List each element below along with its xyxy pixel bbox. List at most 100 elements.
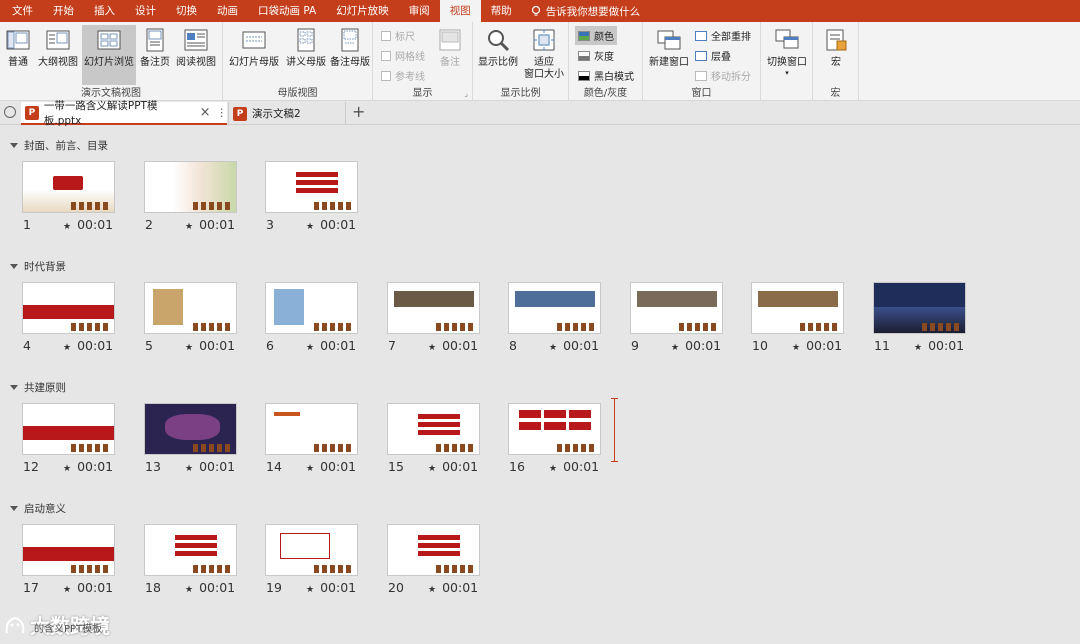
tell-me-search[interactable]: 告诉我你想要做什么 [530,4,641,19]
slide-title-art [53,176,83,190]
handout-master-button[interactable]: 讲义母版 [283,25,329,85]
collapse-triangle-icon[interactable] [10,385,18,390]
move-split-button[interactable]: 移动拆分 [695,68,751,83]
slide-list-bar [418,543,460,548]
slide-thumbnail[interactable] [22,161,115,213]
slide-thumbnail[interactable] [508,403,601,455]
slide-list-bar [418,422,460,427]
slide-thumbnail[interactable] [387,282,480,334]
guides-checkbox[interactable]: 参考线 [381,68,425,83]
group-master-views: 幻灯片母版 讲义母版 备注母版 母版视图 [223,22,373,101]
normal-view-button[interactable]: 普通 [2,25,34,85]
slide-timing: ★ 00:01 [63,217,113,232]
slide-thumbnail[interactable] [144,161,237,213]
arrange-all-button[interactable]: 全部重排 [695,28,751,43]
fit-to-window-button[interactable]: 适应 窗口大小 [521,25,567,85]
slide-thumbnail[interactable] [387,403,480,455]
slide-time-value: 00:01 [685,338,722,353]
slide-thumbnail[interactable] [265,282,358,334]
slide-thumbnail[interactable] [873,282,966,334]
new-window-button[interactable]: 新建窗口 [646,25,692,85]
tell-me-label: 告诉我你想要做什么 [545,5,641,18]
tab-slideshow[interactable]: 幻灯片放映 [326,0,399,22]
notes-page-button[interactable]: 备注页 [138,25,172,85]
section-header[interactable]: 封面、前言、目录 [10,138,108,153]
section-header[interactable]: 时代背景 [10,259,66,274]
gridlines-check-icon [381,50,391,61]
new-tab-button[interactable]: + [352,102,365,121]
group-presentation-views: 普通 大纲视图 幻灯片浏览 备注页 阅读视图 演示文稿视图 [0,22,223,101]
slide-master-button[interactable]: 幻灯片母版 [226,25,282,85]
slide-thumbnail[interactable] [144,282,237,334]
tab-list-icon[interactable] [4,106,16,118]
collapse-triangle-icon[interactable] [10,506,18,511]
slide-thumbnail[interactable] [22,524,115,576]
notes-button[interactable]: 备注 [435,25,465,85]
close-icon[interactable]: × [200,105,211,120]
star-icon: ★ [63,343,72,353]
reading-view-button[interactable]: 阅读视图 [174,25,218,85]
slide-sorter-icon [97,30,121,50]
doc-tab-active[interactable]: P 一带一路含义解读PPT模板.pptx × ⋮ [21,100,228,127]
tab-review[interactable]: 审阅 [399,0,440,22]
camel-silhouette-icon [436,323,476,331]
slide-thumbnail[interactable] [265,524,358,576]
slide-list-bar [175,535,217,540]
slide-timing: ★ 00:01 [549,459,599,474]
camel-silhouette-icon [922,323,962,331]
slide-time-value: 00:01 [77,217,114,232]
section-title: 封面、前言、目录 [24,140,108,152]
tab-home[interactable]: 开始 [43,0,84,22]
gridlines-checkbox[interactable]: 网格线 [381,48,425,63]
dialog-launcher-icon[interactable]: ⌟ [464,89,468,98]
slide-number: 12 [23,459,39,474]
slide-time-value: 00:01 [563,338,600,353]
cascade-button[interactable]: 层叠 [695,48,731,63]
grayscale-button[interactable]: 灰度 [578,48,614,63]
slide-thumbnail[interactable] [144,524,237,576]
notes-master-button[interactable]: 备注母版 [327,25,373,85]
slide-list-bar [418,551,460,556]
more-icon[interactable]: ⋮ [217,107,228,119]
color-button[interactable]: 颜色 [575,26,617,45]
star-icon: ★ [671,343,680,353]
ruler-checkbox[interactable]: 标尺 [381,28,415,43]
section-header[interactable]: 启动意义 [10,501,66,516]
tab-transitions[interactable]: 切换 [166,0,207,22]
macro-icon [826,29,847,51]
black-white-button[interactable]: 黑白模式 [578,68,634,83]
slide-timing: ★ 00:01 [63,338,113,353]
group-label-master-views: 母版视图 [277,88,318,99]
outline-view-button[interactable]: 大纲视图 [36,25,80,85]
slide-timing: ★ 00:01 [914,338,964,353]
tab-animations[interactable]: 动画 [207,0,248,22]
collapse-triangle-icon[interactable] [10,264,18,269]
slide-sorter-button[interactable]: 幻灯片浏览 [82,25,136,85]
slide-thumbnail[interactable] [22,282,115,334]
slide-thumbnail[interactable] [508,282,601,334]
slide-thumbnail[interactable] [265,161,358,213]
collapse-triangle-icon[interactable] [10,143,18,148]
tab-view[interactable]: 视图 [439,0,481,22]
switch-windows-button[interactable]: 切换窗口 ▾ [764,25,810,85]
tab-file[interactable]: 文件 [0,0,43,22]
tab-insert[interactable]: 插入 [84,0,125,22]
slide-thumbnail[interactable] [265,403,358,455]
tab-help[interactable]: 帮助 [481,0,522,22]
section-header[interactable]: 共建原则 [10,380,66,395]
slide-thumbnail[interactable] [630,282,723,334]
doc-tab-2[interactable]: P 演示文稿2 [228,102,346,125]
slide-grid-cell [569,422,591,430]
macros-button[interactable]: 宏 [819,25,853,85]
tab-pocket-animation[interactable]: 口袋动画 PA [248,0,326,22]
slide-thumbnail[interactable] [751,282,844,334]
slide-thumbnail[interactable] [144,403,237,455]
fit-window-icon [533,29,555,51]
slide-thumbnail[interactable] [387,524,480,576]
group-zoom: 显示比例 适应 窗口大小 显示比例 [473,22,569,101]
ruler-check-icon [381,30,391,41]
notes-icon [439,29,461,51]
zoom-button[interactable]: 显示比例 [476,25,520,85]
tab-design[interactable]: 设计 [125,0,166,22]
slide-thumbnail[interactable] [22,403,115,455]
